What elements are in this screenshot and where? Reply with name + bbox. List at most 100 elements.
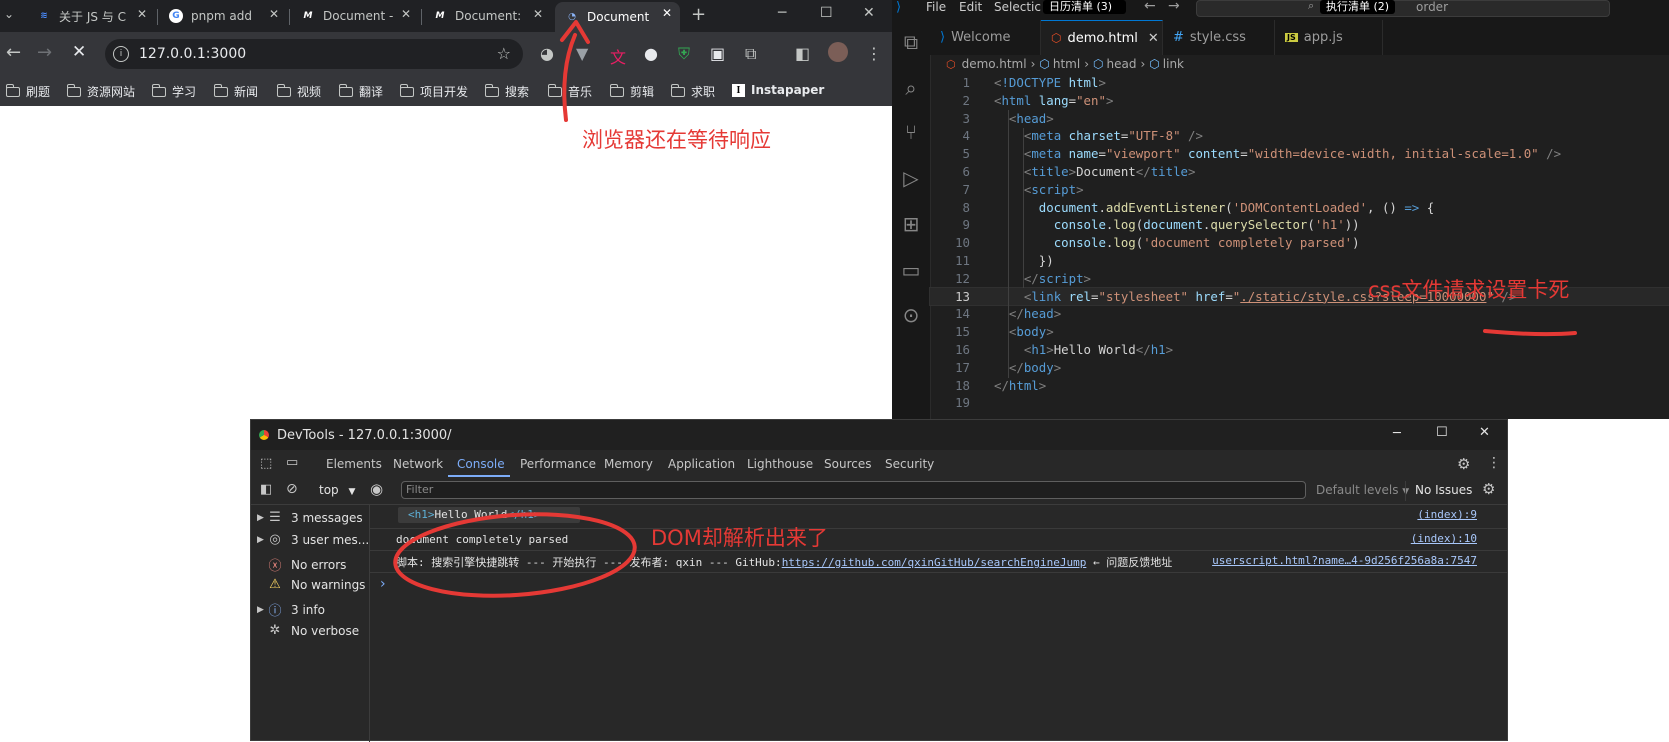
console-prompt[interactable]: › — [380, 576, 386, 592]
console-settings-icon[interactable]: ⚙ — [1482, 480, 1495, 498]
todo-badge[interactable]: 执行清单 (2) — [1320, 0, 1396, 14]
sidebar-warnings[interactable]: ⚠ No warnings — [257, 577, 365, 592]
close-icon[interactable]: ✕ — [269, 7, 279, 21]
address-text[interactable]: 127.0.0.1:3000 — [139, 46, 246, 62]
tab-lighthouse[interactable]: Lighthouse — [747, 457, 813, 471]
sidebar-toggle-icon[interactable]: ◧ — [260, 482, 272, 497]
tab-app-js[interactable]: JS app.js — [1275, 20, 1383, 55]
extension-shield-icon[interactable]: ⛨ — [678, 44, 690, 64]
live-expression-eye-icon[interactable]: ◉ — [370, 480, 383, 498]
bookmark-folder[interactable]: 搜索 — [485, 83, 529, 100]
console-message[interactable]: 脚本: 搜索引擎快捷跳转 --- 开始执行 --- 发布者: qxin --- … — [370, 550, 1507, 573]
browser-tab[interactable]: ≋ 关于 JS 与 C ✕ — [27, 3, 155, 29]
source-link[interactable]: userscript.html?name…4-9d256f256a8a:7547 — [1212, 554, 1477, 567]
run-debug-icon[interactable]: ▷ — [900, 166, 922, 190]
menu-selection[interactable]: Selectic — [994, 0, 1044, 14]
bookmark-folder[interactable]: 求职 — [671, 83, 715, 100]
device-toolbar-icon[interactable]: ▭ — [286, 455, 298, 470]
close-window-icon[interactable]: ✕ — [863, 5, 875, 21]
command-center[interactable] — [1196, 0, 1610, 17]
bookmark-folder[interactable]: 学习 — [152, 83, 196, 100]
maximize-icon[interactable]: ☐ — [1436, 425, 1448, 440]
filter-input[interactable]: Filter — [401, 481, 1306, 499]
source-link[interactable]: (index):9 — [1417, 508, 1477, 521]
breadcrumb-item[interactable]: head — [1107, 57, 1137, 71]
bookmark-folder[interactable]: 翻译 — [339, 83, 383, 100]
more-menu-icon[interactable]: ⋮ — [866, 44, 882, 63]
tab-welcome[interactable]: ⟩ Welcome — [930, 20, 1041, 55]
bookmark-folder[interactable]: 项目开发 — [400, 83, 468, 100]
stop-loading-icon[interactable]: ✕ — [72, 42, 86, 62]
profile-avatar[interactable] — [828, 42, 848, 62]
close-icon[interactable]: ✕ — [137, 7, 147, 21]
tab-style-css[interactable]: # style.css — [1163, 20, 1275, 55]
new-tab-button[interactable]: + — [691, 4, 706, 25]
bookmark-folder[interactable]: 刷题 — [6, 83, 50, 100]
extensions-puzzle-icon[interactable]: ⧉ — [745, 44, 756, 64]
tab-sources[interactable]: Sources — [824, 457, 871, 471]
git-graph-icon[interactable]: ⊙ — [900, 303, 922, 327]
tab-security[interactable]: Security — [885, 457, 934, 471]
browser-tab[interactable]: M Document - ✕ — [291, 3, 419, 29]
menu-file[interactable]: File — [926, 0, 946, 14]
back-icon[interactable]: ← — [6, 42, 21, 63]
forward-icon[interactable]: → — [1168, 0, 1180, 14]
close-window-icon[interactable]: ✕ — [1479, 425, 1490, 440]
console-message[interactable]: <h1>Hello World</h1> (index):9 — [370, 504, 1507, 529]
minimize-icon[interactable]: ─ — [778, 5, 786, 21]
tab-performance[interactable]: Performance — [520, 457, 596, 471]
bookmark-folder[interactable]: 音乐 — [548, 83, 592, 100]
breadcrumb-item[interactable]: link — [1163, 57, 1184, 71]
tab-console[interactable]: Console — [457, 457, 505, 471]
extension-script-icon[interactable]: ▣ — [710, 44, 725, 63]
calendar-badge[interactable]: 日历清单 (3) — [1043, 0, 1127, 14]
menu-edit[interactable]: Edit — [959, 0, 982, 14]
sidebar-messages[interactable]: ▶ ☰ 3 messages — [257, 510, 363, 525]
inspect-element-icon[interactable]: ⬚ — [260, 456, 272, 471]
browser-tab[interactable]: G pnpm add ✕ — [159, 3, 287, 29]
bookmark-folder[interactable]: 剪辑 — [610, 83, 654, 100]
element-preview[interactable]: <h1>Hello World</h1> — [398, 507, 580, 523]
extensions-icon[interactable]: ⊞ — [900, 212, 922, 236]
console-output[interactable]: <h1>Hello World</h1> (index):9 document … — [370, 504, 1507, 742]
source-link[interactable]: (index):10 — [1411, 532, 1477, 545]
console-message[interactable]: document completely parsed (index):10 — [370, 528, 1507, 551]
breadcrumb-item[interactable]: demo.html — [962, 57, 1027, 71]
log-levels-select[interactable]: Default levels ▼ — [1316, 483, 1409, 497]
bookmark-folder[interactable]: 视频 — [277, 83, 321, 100]
tab-application[interactable]: Application — [668, 457, 735, 471]
issues-count[interactable]: No Issues — [1415, 483, 1472, 497]
sidebar-user-messages[interactable]: ▶ ◎ 3 user mes... — [257, 532, 369, 547]
tab-network[interactable]: Network — [393, 457, 443, 471]
extension-translate-icon[interactable]: 文 — [610, 44, 626, 68]
tab-search-icon[interactable]: ⌄ — [4, 7, 14, 21]
sidebar-info[interactable]: ▶ ⓘ 3 info — [257, 600, 325, 620]
clear-console-icon[interactable]: ⊘ — [286, 481, 298, 497]
back-icon[interactable]: ← — [1144, 0, 1156, 14]
breadcrumb-item[interactable]: html — [1053, 57, 1080, 71]
explorer-icon[interactable]: ⧉ — [900, 30, 922, 54]
tab-memory[interactable]: Memory — [604, 457, 653, 471]
browser-tab-active[interactable]: ◔ Document ✕ — [555, 2, 680, 32]
bookmark-star-icon[interactable]: ☆ — [497, 44, 511, 63]
tab-elements[interactable]: Elements — [326, 457, 382, 471]
extension-vue-icon[interactable]: ▼ — [576, 44, 588, 63]
forward-icon[interactable]: → — [37, 42, 52, 63]
extension-timer-icon[interactable]: ● — [644, 44, 658, 63]
close-icon[interactable]: ✕ — [401, 7, 411, 21]
context-select[interactable]: top ▼ — [319, 483, 355, 497]
extension-cookie-icon[interactable]: ◕ — [540, 44, 554, 63]
minimize-icon[interactable]: ─ — [1393, 426, 1401, 441]
close-icon[interactable]: ✕ — [662, 6, 672, 20]
sidebar-errors[interactable]: ⓧ No errors — [257, 555, 346, 575]
bookmark-instapaper[interactable]: I Instapaper — [732, 83, 824, 97]
code-editor[interactable]: 1 <!DOCTYPE html> 2 <html lang="en"> 3 <he… — [929, 74, 1669, 412]
source-control-icon[interactable]: ⑂ — [900, 120, 922, 144]
close-icon[interactable]: ✕ — [533, 7, 543, 21]
search-icon[interactable]: ⌕ — [900, 76, 922, 100]
side-panel-icon[interactable]: ◧ — [795, 44, 810, 63]
browser-tab[interactable]: M Document: ✕ — [423, 3, 551, 29]
address-bar[interactable]: i 127.0.0.1:3000 ☆ — [105, 39, 523, 69]
site-info-icon[interactable]: i — [113, 46, 129, 62]
close-icon[interactable]: ✕ — [1148, 31, 1159, 46]
